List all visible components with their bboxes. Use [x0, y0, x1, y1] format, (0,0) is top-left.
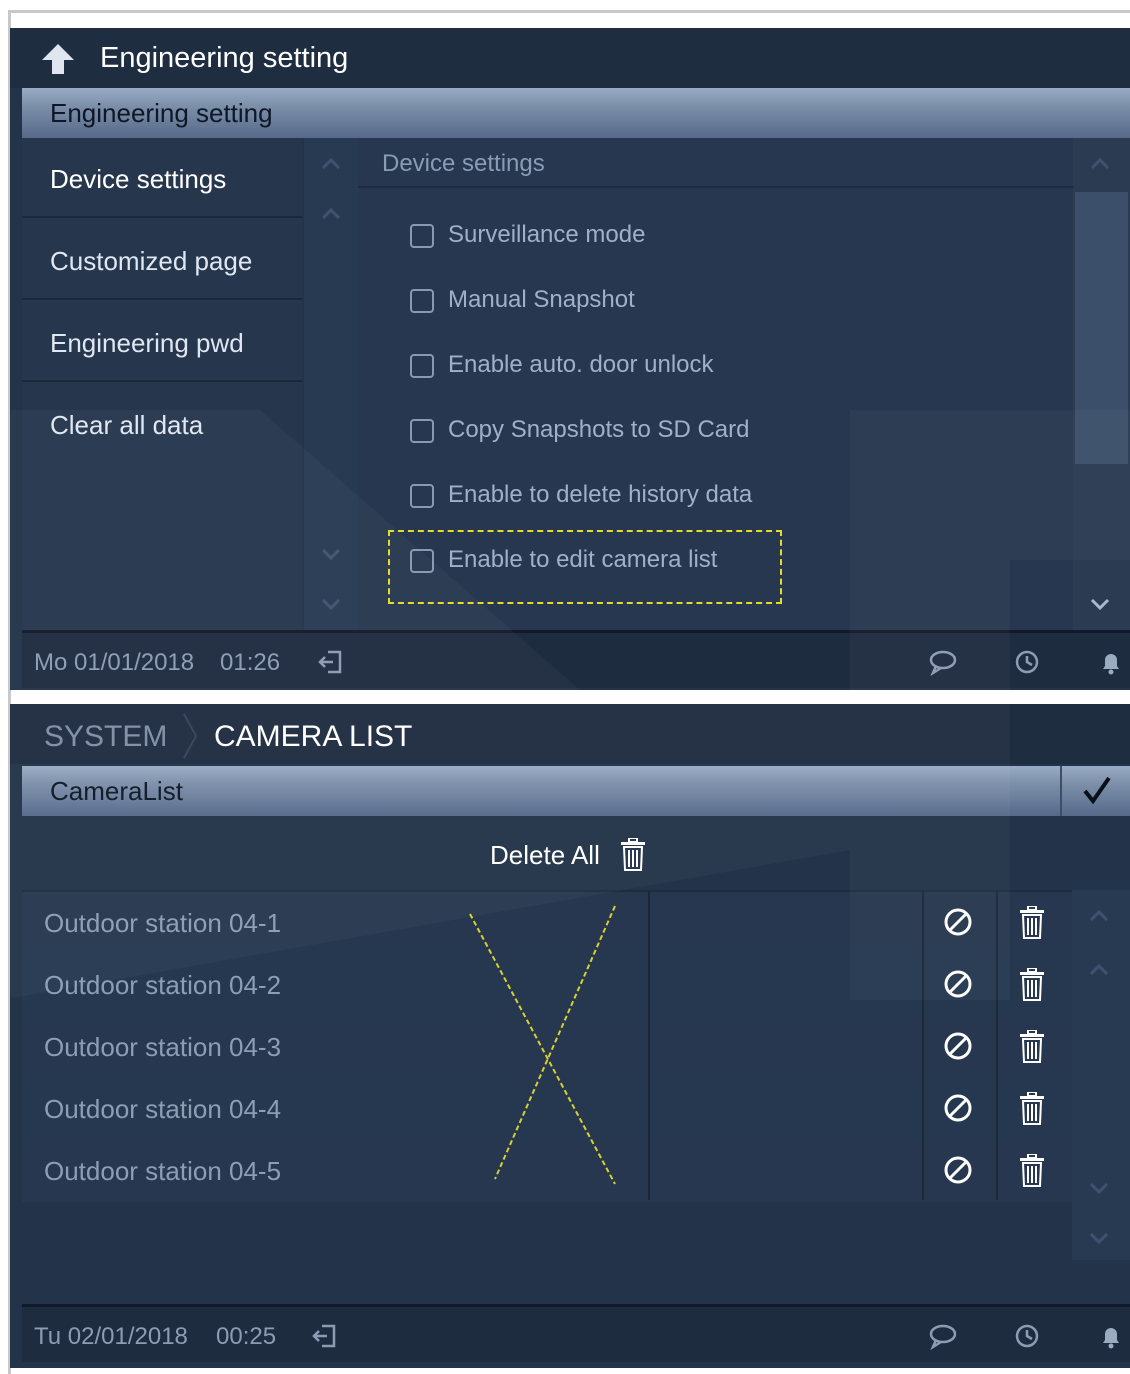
camera-list-screen: SYSTEM CAMERA LIST CameraList Delete All… [10, 704, 1130, 1368]
disable-camera-button[interactable] [936, 900, 980, 944]
confirm-button[interactable] [1060, 766, 1130, 816]
frame-border-top [8, 10, 1130, 13]
checkbox[interactable] [410, 484, 434, 508]
scroll-up-button[interactable] [1073, 138, 1127, 188]
nav-item-engineering-pwd[interactable]: Engineering pwd [22, 302, 302, 382]
section-title: Engineering setting [50, 98, 273, 128]
delete-camera-button[interactable] [1010, 1148, 1054, 1192]
panel-header: Device settings [358, 138, 1073, 188]
nav-scrollbar[interactable] [304, 138, 358, 630]
panel-title: Device settings [382, 150, 545, 177]
scroll-down-button[interactable] [1072, 1212, 1126, 1262]
disable-camera-button[interactable] [936, 962, 980, 1006]
logout-icon[interactable] [316, 647, 346, 677]
checkmark-icon [1083, 776, 1111, 805]
disable-icon [944, 970, 972, 998]
column-divider [922, 890, 924, 1200]
scroll-down-button[interactable] [1072, 1162, 1126, 1212]
camera-name: Outdoor station 04-1 [44, 908, 282, 938]
message-icon[interactable] [928, 647, 958, 677]
device-settings-panel: Device settings Surveillance mode Manual… [358, 138, 1073, 630]
scroll-up-button[interactable] [304, 138, 358, 188]
scroll-up-button[interactable] [1072, 944, 1126, 994]
page-title: CAMERA LIST [214, 720, 413, 753]
camera-name: Outdoor station 04-2 [44, 970, 282, 1000]
delete-camera-button[interactable] [1010, 1086, 1054, 1130]
highlight-annotation [388, 530, 782, 604]
breadcrumb-parent[interactable]: SYSTEM [44, 720, 167, 754]
message-icon[interactable] [928, 1321, 958, 1351]
option-label: Copy Snapshots to SD Card [448, 416, 750, 443]
trash-icon [1020, 1092, 1044, 1125]
disable-camera-button[interactable] [936, 1024, 980, 1068]
history-icon[interactable] [1012, 647, 1042, 677]
section-header: Engineering setting [22, 88, 1130, 138]
breadcrumb-separator-icon [182, 712, 198, 765]
scroll-thumb[interactable] [1075, 192, 1128, 464]
disable-icon [944, 1094, 972, 1122]
top-bar: Engineering setting [10, 28, 1130, 88]
column-divider [996, 890, 998, 1200]
scroll-down-button[interactable] [304, 578, 358, 628]
camera-name: Outdoor station 04-5 [44, 1156, 282, 1186]
option-label: Enable auto. door unlock [448, 351, 714, 378]
delete-all-label: Delete All [490, 840, 600, 870]
nav-item-device-settings[interactable]: Device settings [22, 138, 302, 218]
checkbox[interactable] [410, 354, 434, 378]
status-time: 01:26 [220, 649, 281, 676]
top-bar: SYSTEM CAMERA LIST [10, 704, 1130, 764]
disable-camera-button[interactable] [936, 1086, 980, 1130]
trash-icon [620, 837, 646, 877]
camera-name: Outdoor station 04-4 [44, 1094, 282, 1124]
nav-item-label: Customized page [50, 246, 253, 276]
trash-icon [1020, 1154, 1044, 1187]
trash-icon [1020, 906, 1044, 939]
disable-camera-button[interactable] [936, 1148, 980, 1192]
history-icon[interactable] [1012, 1321, 1042, 1351]
scroll-up-button[interactable] [304, 188, 358, 238]
status-date: Mo 01/01/2018 [34, 649, 195, 676]
panel-scrollbar[interactable] [1073, 138, 1130, 630]
nav-item-label: Engineering pwd [50, 328, 244, 358]
delete-camera-button[interactable] [1010, 900, 1054, 944]
cross-annotation [469, 905, 616, 1185]
disable-icon [944, 1156, 972, 1184]
page-title: Engineering setting [100, 42, 349, 74]
bell-icon[interactable] [1096, 1321, 1126, 1351]
nav-item-clear-all-data[interactable]: Clear all data [22, 384, 302, 464]
engineering-setting-screen: Engineering setting Engineering setting … [10, 28, 1130, 690]
option-label: Manual Snapshot [448, 286, 635, 313]
nav-item-label: Clear all data [50, 410, 204, 440]
list-scrollbar[interactable] [1072, 890, 1130, 1260]
status-date: Tu 02/01/2018 [34, 1323, 188, 1350]
nav-item-customized-page[interactable]: Customized page [22, 220, 302, 300]
option-label: Surveillance mode [448, 221, 646, 248]
trash-icon [1020, 1030, 1044, 1063]
bell-icon[interactable] [1096, 647, 1126, 677]
back-arrow-icon[interactable] [38, 40, 78, 80]
scroll-up-button[interactable] [1072, 890, 1126, 940]
disable-icon [944, 1032, 972, 1060]
column-divider [648, 890, 650, 1200]
section-title: CameraList [50, 776, 183, 806]
checkbox[interactable] [410, 224, 434, 248]
scroll-down-button[interactable] [304, 528, 358, 578]
status-bar: Tu 02/01/2018 00:25 [22, 1304, 1130, 1362]
logout-icon[interactable] [310, 1321, 340, 1351]
camera-name: Outdoor station 04-3 [44, 1032, 282, 1062]
status-bar: Mo 01/01/2018 01:26 [22, 630, 1130, 688]
disable-icon [944, 908, 972, 936]
section-header: CameraList [22, 766, 1130, 816]
option-label: Enable to delete history data [448, 481, 753, 508]
checkbox[interactable] [410, 289, 434, 313]
nav-sidebar: Device settings Customized page Engineer… [22, 138, 302, 630]
scroll-down-button[interactable] [1073, 578, 1127, 628]
delete-camera-button[interactable] [1010, 962, 1054, 1006]
checkbox[interactable] [410, 419, 434, 443]
nav-item-label: Device settings [50, 164, 227, 194]
trash-icon [1020, 968, 1044, 1001]
status-time: 00:25 [216, 1323, 277, 1350]
delete-camera-button[interactable] [1010, 1024, 1054, 1068]
